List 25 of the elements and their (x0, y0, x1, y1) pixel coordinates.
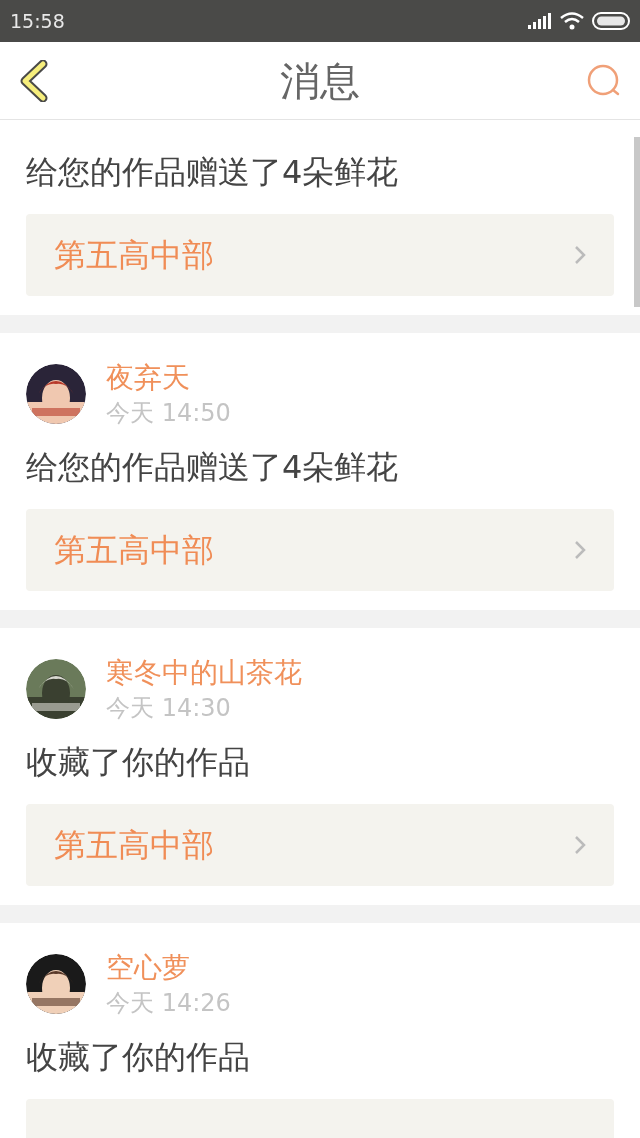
message-text: 给您的作品赠送了4朵鲜花 (26, 152, 400, 192)
message-time: 今天 14:30 (106, 693, 232, 724)
message-text: 收藏了你的作品 (26, 742, 251, 782)
work-title: 第五高中部 (54, 235, 214, 276)
back-button[interactable] (18, 58, 50, 103)
work-title: 第五高中部 (54, 530, 214, 571)
user-name[interactable]: 夜弃天 (106, 359, 231, 397)
work-title: 第五高中部 (54, 825, 214, 866)
signal-icon (528, 13, 552, 29)
message-text: 给您的作品赠送了4朵鲜花 (26, 447, 400, 487)
work-link[interactable]: 第五高中部 (26, 214, 614, 296)
chevron-icon (574, 245, 586, 265)
battery-icon (592, 12, 630, 30)
message-time: 今天 14:50 (106, 398, 231, 429)
page-title: 消息 (280, 56, 360, 106)
work-link[interactable]: 第五高中部 (26, 804, 614, 886)
work-link[interactable]: 第五高中部 (26, 509, 614, 591)
status-time: 15:58 (10, 8, 65, 34)
message-text: 收藏了你的作品 (26, 1037, 251, 1077)
wifi-icon (560, 12, 584, 30)
chevron-icon (574, 540, 586, 560)
user-name[interactable]: 寒冬中的山茶花 (106, 654, 302, 692)
chevron-icon (574, 835, 586, 855)
user-name[interactable]: 空心萝 (106, 949, 231, 987)
message-time: 今天 14:26 (106, 988, 231, 1019)
